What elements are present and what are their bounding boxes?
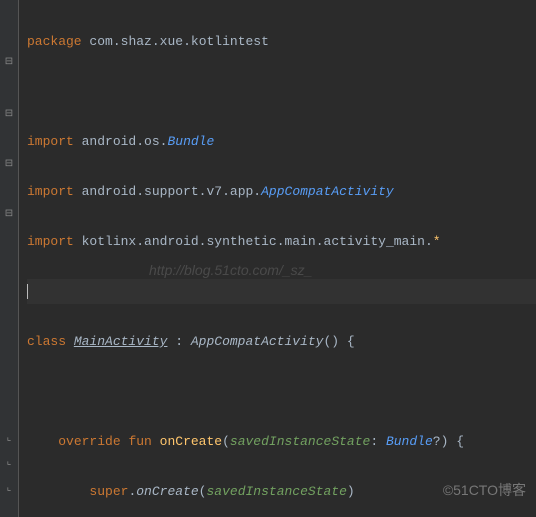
code-line (27, 79, 536, 104)
code-line: package com.shaz.xue.kotlintest (27, 29, 536, 54)
fold-icon[interactable]: ⊟ (2, 108, 16, 122)
code-line: override fun onCreate(savedInstanceState… (27, 429, 536, 454)
code-line: class MainActivity : AppCompatActivity()… (27, 329, 536, 354)
watermark: ©51CTO博客 (443, 478, 526, 503)
code-line: import kotlinx.android.synthetic.main.ac… (27, 229, 536, 254)
fold-end-icon[interactable]: ⌞ (2, 482, 16, 496)
fold-icon[interactable]: ⊟ (2, 56, 16, 70)
fold-icon[interactable]: ⊟ (2, 158, 16, 172)
code-area[interactable]: package com.shaz.xue.kotlintest import a… (19, 0, 536, 517)
code-editor[interactable]: ⊟ ⊟ ⊟ ⊟ ⌞ ⌞ ⌞ package com.shaz.xue.kotli… (0, 0, 536, 517)
fold-icon[interactable]: ⊟ (2, 208, 16, 222)
fold-end-icon[interactable]: ⌞ (2, 456, 16, 470)
code-line: import android.support.v7.app.AppCompatA… (27, 179, 536, 204)
fold-end-icon[interactable]: ⌞ (2, 432, 16, 446)
gutter: ⊟ ⊟ ⊟ ⊟ ⌞ ⌞ ⌞ (0, 0, 19, 517)
code-line: import android.os.Bundle (27, 129, 536, 154)
code-line-active (27, 279, 536, 304)
code-line (27, 379, 536, 404)
